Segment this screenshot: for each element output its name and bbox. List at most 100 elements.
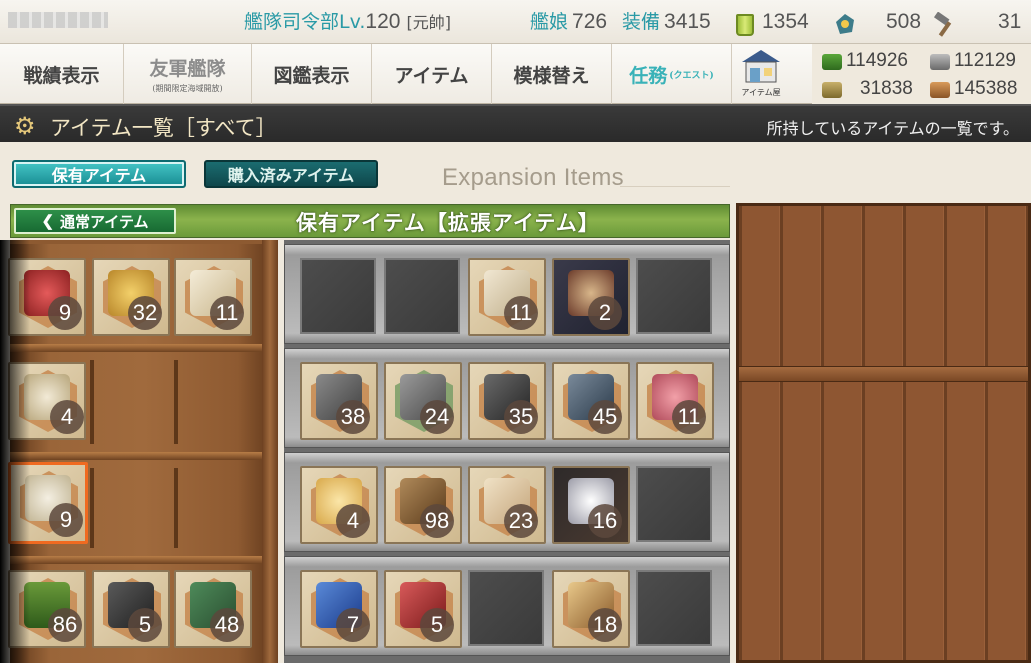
page-title-bar: ⚙ アイテム一覧［すべて］ 所持しているアイテムの一覧です。 xyxy=(0,104,1031,142)
fuel-count: 114926 xyxy=(846,50,908,71)
shelf-board xyxy=(10,556,278,564)
bauxite-count: 145388 xyxy=(954,78,1018,99)
page-title: アイテム一覧［すべて］ xyxy=(50,116,277,140)
repair-bucket-icon xyxy=(736,14,754,36)
item-tile[interactable]: 16 xyxy=(552,466,630,544)
gear-icon: ⚙ xyxy=(14,112,36,140)
status-bar: 艦隊司令部Lv.120 [元帥] 艦娘 726 装備 3415 1354 508 3… xyxy=(0,0,1031,44)
main-nav: 戦績表示 友軍艦隊 (期間限定海域開放) 図鑑表示 アイテム 模様替え 任務 (ク… xyxy=(0,44,812,104)
category-title: 保有アイテム【拡張アイテム】 xyxy=(296,210,600,235)
empty-slot xyxy=(636,466,712,542)
item-tile[interactable]: 38 xyxy=(300,362,378,440)
tab-owned-items[interactable]: 保有アイテム xyxy=(12,160,186,188)
item-shop-button[interactable]: アイテム屋 xyxy=(738,48,784,98)
hammer-icon xyxy=(933,12,952,37)
equip-count-label: 装備 xyxy=(622,11,661,33)
item-count: 9 xyxy=(49,503,83,537)
nav-sub-label: (期間限定海域開放) xyxy=(152,84,223,93)
bucket-count: 1354 xyxy=(762,10,809,33)
nav-battle-record[interactable]: 戦績表示 xyxy=(0,44,124,104)
item-count: 98 xyxy=(420,504,454,538)
dev-material-count: 508 xyxy=(886,10,922,33)
nav-sub-label: (クエスト) xyxy=(669,70,714,81)
item-count: 35 xyxy=(504,400,538,434)
back-to-normal-items-button[interactable]: ❮ 通常アイテム xyxy=(14,208,176,234)
item-tile[interactable]: 24 xyxy=(384,362,462,440)
fuel-icon xyxy=(822,54,842,70)
ship-count-label: 艦娘 xyxy=(530,11,569,33)
item-tile[interactable]: 35 xyxy=(468,362,546,440)
item-count: 32 xyxy=(128,296,162,330)
item-count: 23 xyxy=(504,504,538,538)
shelf-divider xyxy=(174,360,178,444)
item-tile[interactable]: 5 xyxy=(92,570,170,648)
nav-encyclopedia[interactable]: 図鑑表示 xyxy=(252,44,372,104)
screw-count: 31 xyxy=(998,10,1022,33)
shop-label: アイテム屋 xyxy=(741,88,781,97)
item-tile[interactable]: 11 xyxy=(468,258,546,336)
chevron-left-icon: ❮ xyxy=(41,212,55,230)
dev-material-icon xyxy=(836,14,854,34)
hq-level-value: 120 xyxy=(365,10,401,33)
empty-slot xyxy=(468,570,544,646)
back-button-label: 通常アイテム xyxy=(60,212,149,231)
item-tile[interactable]: 11 xyxy=(174,258,252,336)
door-rail xyxy=(739,366,1028,382)
item-count: 45 xyxy=(588,400,622,434)
item-tile[interactable]: 5 xyxy=(384,570,462,648)
shop-icon xyxy=(742,50,780,83)
item-tile[interactable]: 32 xyxy=(92,258,170,336)
item-tile[interactable]: 2 xyxy=(552,258,630,336)
shelf-board xyxy=(10,344,278,352)
item-tile[interactable]: 4 xyxy=(300,466,378,544)
item-count: 11 xyxy=(672,400,706,434)
item-tile[interactable]: 48 xyxy=(174,570,252,648)
section-label: Expansion Items xyxy=(442,164,624,191)
nav-friend-fleet[interactable]: 友軍艦隊 (期間限定海域開放) xyxy=(124,44,252,104)
nav-items[interactable]: アイテム xyxy=(372,44,492,104)
item-count: 7 xyxy=(336,608,370,642)
nav-label: アイテム xyxy=(394,64,469,87)
bauxite-icon xyxy=(930,82,950,98)
nav-label: 戦績表示 xyxy=(23,64,100,87)
item-count: 4 xyxy=(50,400,84,434)
ship-count: 艦娘 726 xyxy=(530,10,607,34)
nav-quests[interactable]: 任務 (クエスト) xyxy=(612,44,732,104)
item-tile[interactable]: 11 xyxy=(636,362,714,440)
empty-slot xyxy=(300,258,376,334)
rank-label: [元帥] xyxy=(406,13,452,32)
nav-label: 図鑑表示 xyxy=(273,64,350,87)
hq-level: 艦隊司令部Lv.120 [元帥] xyxy=(244,10,451,35)
item-count: 24 xyxy=(420,400,454,434)
item-count: 9 xyxy=(48,296,82,330)
nav-label: 模様替え xyxy=(513,64,590,87)
nav-furniture[interactable]: 模様替え xyxy=(492,44,612,104)
page-description: 所持しているアイテムの一覧です。 xyxy=(766,119,1019,138)
item-tile[interactable]: 45 xyxy=(552,362,630,440)
admiral-name-blurred xyxy=(8,12,108,28)
item-count: 5 xyxy=(420,608,454,642)
item-tile[interactable]: 98 xyxy=(384,466,462,544)
steel-icon xyxy=(930,54,950,70)
shelf-board xyxy=(10,452,278,460)
equip-count: 装備 3415 xyxy=(622,10,711,34)
item-tile[interactable]: 7 xyxy=(300,570,378,648)
item-count: 11 xyxy=(504,296,538,330)
item-count: 16 xyxy=(588,504,622,538)
shelf-divider xyxy=(174,468,178,548)
tab-purchased-items[interactable]: 購入済みアイテム xyxy=(204,160,378,188)
shelf-divider xyxy=(90,468,94,548)
ship-count-value: 726 xyxy=(572,10,608,33)
empty-slot xyxy=(636,570,712,646)
ammo-icon xyxy=(822,82,842,98)
item-tile[interactable]: 23 xyxy=(468,466,546,544)
item-tile[interactable]: 18 xyxy=(552,570,630,648)
hq-title: 艦隊司令部Lv. xyxy=(244,11,366,33)
nav-label: 友軍艦隊 xyxy=(149,58,226,80)
shelf-side xyxy=(262,240,278,663)
empty-slot xyxy=(636,258,712,334)
item-detail-panel-closed xyxy=(736,203,1031,663)
item-count: 5 xyxy=(128,608,162,642)
decorative-line xyxy=(620,186,730,187)
shelf-divider xyxy=(90,360,94,444)
